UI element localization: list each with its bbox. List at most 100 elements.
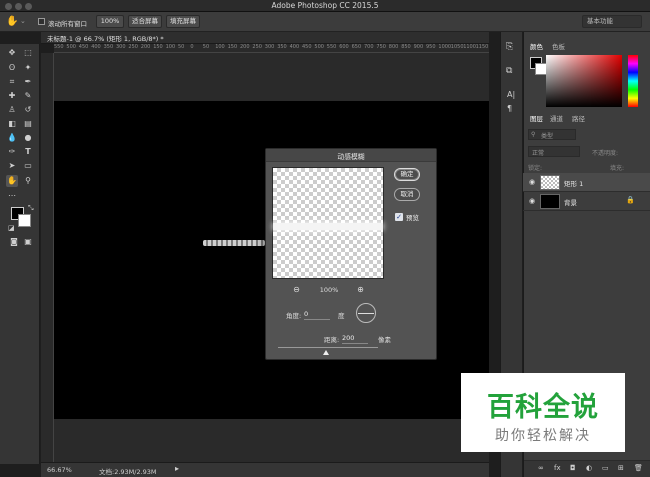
app-title: Adobe Photoshop CC 2015.5 xyxy=(271,1,379,10)
ruler-tick-label: 150 xyxy=(227,44,238,50)
lock-label: 锁定: xyxy=(528,165,543,172)
fit-screen-button[interactable]: 适合屏幕 xyxy=(128,15,162,28)
color-picker-field[interactable] xyxy=(546,55,622,107)
lasso-tool-icon[interactable]: ʘ xyxy=(6,62,18,74)
clone-stamp-tool-icon[interactable]: ♙ xyxy=(6,104,18,116)
new-layer-icon[interactable]: ⊞ xyxy=(618,464,624,472)
zoom-readout[interactable]: 66.67% xyxy=(47,466,72,474)
ruler-tick-label: 750 xyxy=(376,44,386,50)
background-color-swatch[interactable] xyxy=(18,214,31,227)
layer-style-icon[interactable]: fx xyxy=(554,464,561,472)
ruler-tick-label: 400 xyxy=(91,44,101,50)
horizontal-ruler[interactable]: 550 500 450 400 350 300 250 200 150 100 50 0 50 100 15… xyxy=(54,44,489,53)
move-tool-icon[interactable]: ✥ xyxy=(6,47,18,59)
vertical-ruler[interactable] xyxy=(41,53,54,462)
dialog-title-bar[interactable]: 动感模糊 xyxy=(266,149,436,162)
default-colors-icon[interactable]: ◪ xyxy=(8,224,15,232)
trash-icon[interactable]: 🗑 xyxy=(634,464,643,472)
angle-dial[interactable] xyxy=(356,303,376,323)
new-group-icon[interactable]: ▭ xyxy=(602,464,609,472)
eye-icon[interactable]: ◉ xyxy=(529,179,537,186)
magic-wand-tool-icon[interactable]: ✦ xyxy=(22,62,34,74)
hue-slider[interactable] xyxy=(628,55,638,107)
cancel-button[interactable]: 取消 xyxy=(394,188,420,201)
history-brush-tool-icon[interactable]: ↺ xyxy=(22,104,34,116)
status-menu-arrow-icon[interactable]: ▸ xyxy=(175,464,179,473)
rectangle-tool-icon[interactable]: ▭ xyxy=(22,160,34,172)
history-panel-icon[interactable]: ⎘ xyxy=(506,42,513,52)
ruler-tick-label: 350 xyxy=(277,44,287,50)
ruler-tick-label: 550 xyxy=(326,44,337,50)
healing-brush-tool-icon[interactable]: ✚ xyxy=(6,90,18,102)
fill-label: 填充: xyxy=(610,165,625,172)
blend-mode-value: 正常 xyxy=(532,150,545,157)
document-tab[interactable]: 未标题-1 @ 66.7% (矩形 1, RGB/8*) * xyxy=(41,32,489,44)
type-tool-icon[interactable]: T xyxy=(22,146,34,158)
layer-row[interactable]: ◉ 矩形 1 xyxy=(523,173,650,192)
ruler-tick-label: 300 xyxy=(264,44,275,50)
tab-swatches[interactable]: 色板 xyxy=(552,41,565,51)
tab-layers[interactable]: 图层 xyxy=(530,113,543,123)
ruler-tick-label: 250 xyxy=(128,44,138,50)
layer-row[interactable]: ◉ 背景 🔒 xyxy=(523,192,650,211)
zoom-in-icon[interactable]: ⊕ xyxy=(356,285,365,294)
properties-panel-icon[interactable]: ⧉ xyxy=(506,66,512,76)
marquee-tool-icon[interactable]: ⬚ xyxy=(22,47,34,59)
opacity-label: 不透明度: xyxy=(592,150,619,157)
gradient-tool-icon[interactable]: ▤ xyxy=(22,118,34,130)
angle-input[interactable]: 0 xyxy=(304,310,330,320)
angle-label: 角度: xyxy=(286,312,302,320)
watermark-title: 百科全说 xyxy=(487,392,599,423)
distance-input[interactable]: 200 xyxy=(342,334,368,344)
layers-footer: ∞ fx ◘ ◐ ▭ ⊞ 🗑 xyxy=(524,460,650,477)
layer-kind-filter[interactable]: ⚲ 类型 xyxy=(528,129,576,140)
path-selection-tool-icon[interactable]: ➤ xyxy=(6,160,18,172)
eye-icon[interactable]: ◉ xyxy=(529,198,537,205)
distance-slider-track[interactable] xyxy=(278,347,378,348)
crop-tool-icon[interactable]: ⌗ xyxy=(6,76,18,88)
fill-screen-button[interactable]: 填充屏幕 xyxy=(166,15,200,28)
toolbox: ✥ ⬚ ʘ ✦ ⌗ ✒ ✚ ✎ ♙ ↺ ◧ ▤ 💧 ● ✑ T ➤ ▭ ✋ ⚲ … xyxy=(0,44,40,464)
tab-color[interactable]: 颜色 xyxy=(530,41,543,51)
tab-paths[interactable]: 路径 xyxy=(572,113,585,123)
ruler-tick-label: 100 xyxy=(215,44,225,50)
ruler-tick-label: 400 xyxy=(289,44,300,50)
blend-mode-select[interactable]: 正常 xyxy=(528,146,580,157)
options-bar: ✋ ⌄ 滚动所有窗口 100% 适合屏幕 填充屏幕 基本功能 xyxy=(0,12,650,32)
screen-mode-icon[interactable]: ▣ xyxy=(22,236,34,248)
preview-checkbox[interactable]: ✓ xyxy=(395,213,403,221)
distance-slider-thumb[interactable] xyxy=(323,350,329,355)
zoom-out-icon[interactable]: ⊖ xyxy=(292,285,301,294)
hand-tool-icon[interactable]: ✋ xyxy=(6,16,18,27)
ruler-tick-label: 0 xyxy=(190,44,194,50)
link-layers-icon[interactable]: ∞ xyxy=(538,464,544,472)
eraser-tool-icon[interactable]: ◧ xyxy=(6,118,18,130)
paragraph-panel-icon[interactable]: ¶ xyxy=(507,104,512,113)
dodge-tool-icon[interactable]: ● xyxy=(22,132,34,144)
ok-button[interactable]: 确定 xyxy=(394,168,420,181)
zoom-tool-icon[interactable]: ⚲ xyxy=(22,175,34,187)
lock-icon: 🔒 xyxy=(626,196,635,204)
blur-tool-icon[interactable]: 💧 xyxy=(6,132,18,144)
adjustment-layer-icon[interactable]: ◐ xyxy=(586,464,592,472)
zoom-100-button[interactable]: 100% xyxy=(96,15,124,28)
more-tools-icon[interactable]: ⋯ xyxy=(6,190,18,202)
add-mask-icon[interactable]: ◘ xyxy=(570,464,576,472)
character-panel-icon[interactable]: A| xyxy=(507,90,515,99)
eyedropper-tool-icon[interactable]: ✒ xyxy=(22,76,34,88)
scroll-all-checkbox[interactable] xyxy=(38,18,45,25)
filter-preview[interactable] xyxy=(272,167,384,279)
tab-channels[interactable]: 通道 xyxy=(550,113,563,123)
hand-tool-icon[interactable]: ✋ xyxy=(6,175,18,187)
layer-name: 矩形 1 xyxy=(564,180,584,188)
quick-mask-icon[interactable]: ◙ xyxy=(8,236,20,248)
pen-tool-icon[interactable]: ✑ xyxy=(6,146,18,158)
preview-label: 预览 xyxy=(406,214,419,222)
brush-tool-icon[interactable]: ✎ xyxy=(22,90,34,102)
tool-preset-chevron-icon[interactable]: ⌄ xyxy=(20,17,26,25)
ruler-tick-label: 450 xyxy=(78,44,89,50)
swap-colors-icon[interactable]: ⤡ xyxy=(28,204,34,213)
workspace-select[interactable]: 基本功能 xyxy=(582,15,642,28)
preview-blur-band xyxy=(273,223,383,230)
ruler-tick-label: 300 xyxy=(116,44,126,50)
